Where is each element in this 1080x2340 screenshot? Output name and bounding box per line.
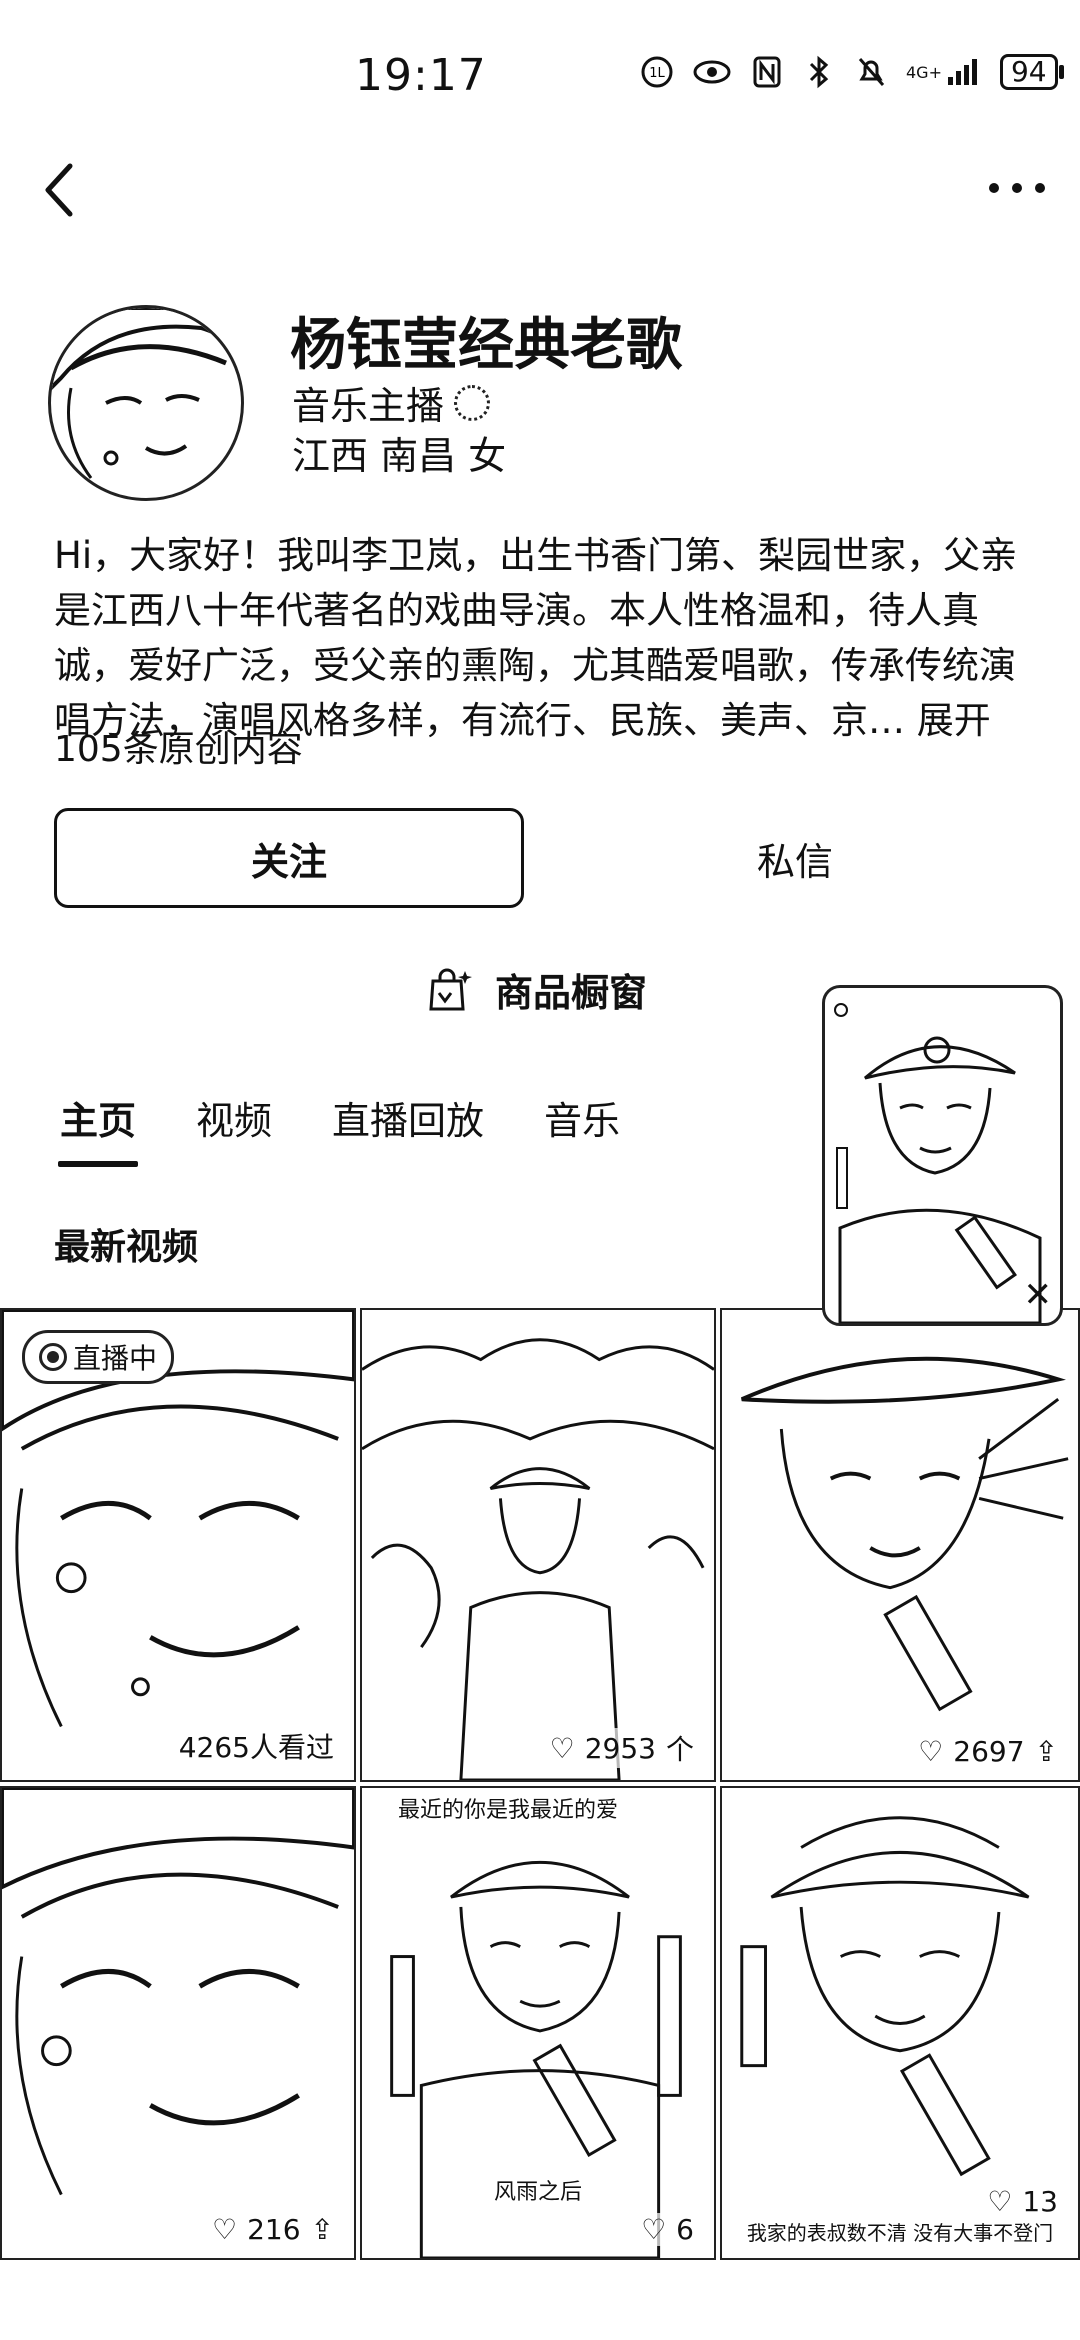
live-icon: [39, 1343, 67, 1371]
like-count: 2953: [584, 1731, 656, 1765]
video-item[interactable]: ♡ 216 ⇪: [0, 1786, 356, 2260]
bluetooth-icon: [802, 52, 836, 92]
battery-indicator: 94: [999, 54, 1064, 90]
tab-live-replay[interactable]: 直播回放: [332, 1090, 484, 1167]
heart-icon: ♡: [641, 2213, 667, 2246]
follow-button[interactable]: 关注: [54, 808, 524, 908]
heart-icon: ♡: [549, 1731, 575, 1765]
svg-text:1L: 1L: [649, 66, 665, 81]
nfc-icon: [750, 52, 784, 92]
like-count-suffix: 个: [665, 1733, 694, 1766]
live-badge-label: 直播中: [73, 1342, 158, 1375]
share-icon: ⇪: [1034, 1735, 1058, 1768]
chevron-left-icon: [45, 163, 73, 217]
like-stat: ♡ 2953 个: [543, 1728, 700, 1768]
avatar[interactable]: [48, 305, 244, 501]
live-badge: 直播中: [22, 1330, 175, 1384]
shopping-bag-icon: [429, 968, 472, 1010]
video-item[interactable]: 我家的表叔数不清 没有大事不登门 ♡ 13: [720, 1786, 1080, 2260]
bio-text: Hi，大家好！我叫李卫岚，出生书香门第、梨园世家，父亲是江西八十年代著名的戏曲导…: [54, 534, 1018, 742]
video-caption-bottom: 我家的表叔数不清 没有大事不登门: [746, 2221, 1054, 2245]
floating-live-preview[interactable]: ✕: [822, 985, 1063, 1326]
bio-expand-link[interactable]: 展开: [917, 699, 991, 742]
more-dots-icon: [989, 183, 1045, 193]
verified-badge-icon: [454, 384, 491, 421]
video-caption-bottom: 风雨之后: [493, 2180, 582, 2205]
message-button[interactable]: 私信: [560, 808, 1030, 908]
profile-bio: Hi，大家好！我叫李卫岚，出生书香门第、梨园世家，父亲是江西八十年代著名的戏曲导…: [54, 528, 1034, 748]
profile-location: 江西 南昌 女: [292, 434, 507, 478]
role-label: 音乐主播: [292, 384, 445, 428]
like-stat: ♡ 6: [635, 2213, 700, 2246]
profile-tabs: 主页 视频 直播回放 音乐: [57, 1090, 680, 1167]
profile-role: 音乐主播: [292, 375, 491, 430]
latest-videos-title: 最新视频: [54, 1227, 199, 1268]
hd-icon: 1L: [640, 52, 674, 92]
eye-icon: [692, 52, 732, 92]
heart-icon: ♡: [211, 2213, 238, 2246]
video-item[interactable]: ♡ 2697 ⇪: [720, 1308, 1080, 1782]
video-item-live[interactable]: 直播中 4265人看过: [0, 1308, 356, 1782]
status-bar: 19:17 1L 4G+ 94: [0, 0, 1080, 150]
tab-home[interactable]: 主页: [57, 1090, 139, 1167]
share-icon: ⇪: [310, 2213, 334, 2246]
tab-videos[interactable]: 视频: [196, 1090, 272, 1167]
video-item[interactable]: ♡ 2953 个: [360, 1308, 716, 1782]
status-icons: 1L 4G+ 94: [640, 52, 1064, 92]
mute-bell-icon: [854, 52, 888, 92]
like-count: 13: [1022, 2185, 1058, 2218]
heart-icon: ♡: [987, 2185, 1013, 2218]
like-count: 216: [247, 2213, 301, 2246]
profile-name: 杨钰莹经典老歌: [290, 313, 682, 378]
video-caption-top: 最近的你是我最近的爱: [392, 1792, 625, 1824]
like-stat: ♡ 13: [981, 2185, 1064, 2218]
back-button[interactable]: [30, 155, 90, 225]
tab-music[interactable]: 音乐: [544, 1090, 620, 1167]
view-count: 4265人看过: [172, 1726, 340, 1766]
like-stat: ♡ 2697 ⇪: [912, 1735, 1064, 1768]
like-count: 2697: [953, 1735, 1025, 1768]
video-item[interactable]: 最近的你是我最近的爱 风雨之后 ♡ 6: [360, 1786, 716, 2260]
like-stat: ♡ 216 ⇪: [205, 2213, 340, 2246]
original-content-count[interactable]: 105条原创内容: [54, 720, 303, 772]
signal-icon: 4G+: [906, 52, 982, 92]
close-icon[interactable]: ✕: [1024, 1275, 1053, 1315]
like-count: 6: [676, 2213, 694, 2246]
status-time: 19:17: [355, 50, 487, 101]
more-button[interactable]: [982, 168, 1052, 208]
shop-window-label: 商品橱窗: [495, 971, 648, 1015]
heart-icon: ♡: [918, 1735, 944, 1768]
shop-window-button[interactable]: 商品橱窗: [425, 962, 647, 1017]
